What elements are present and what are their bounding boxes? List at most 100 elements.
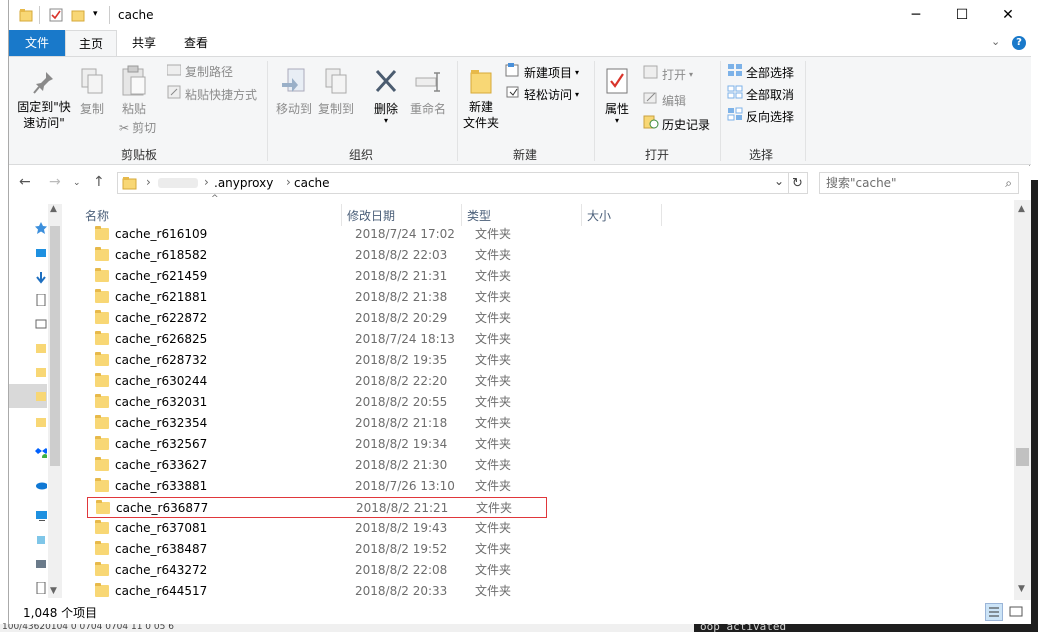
nav-scrollbar[interactable]: ▲ ▼ — [48, 204, 62, 598]
file-row[interactable]: cache_r618582 2018/8/2 22:03 文件夹 — [87, 245, 547, 266]
file-row[interactable]: cache_r633881 2018/7/26 13:10 文件夹 — [87, 476, 547, 497]
easy-access-button[interactable]: 轻松访问 ▾ — [505, 85, 579, 104]
forward-button[interactable]: → — [49, 174, 61, 190]
file-row[interactable]: cache_r628732 2018/8/2 19:35 文件夹 — [87, 350, 547, 371]
column-header-date[interactable]: 修改日期 — [347, 206, 395, 226]
folder-icon[interactable] — [35, 366, 47, 378]
copy-to-button[interactable]: 复制到 — [315, 67, 357, 117]
scroll-up-icon[interactable]: ▲ — [50, 204, 57, 214]
file-row[interactable]: cache_r622872 2018/8/2 20:29 文件夹 — [87, 308, 547, 329]
column-separator[interactable] — [461, 204, 462, 226]
file-list-scroll-thumb[interactable] — [1016, 448, 1029, 466]
tab-file[interactable]: 文件 — [9, 30, 65, 56]
new-item-button[interactable]: 新建项目 ▾ — [505, 63, 579, 82]
maximize-button[interactable]: ☐ — [939, 0, 985, 30]
properties-button[interactable]: 属性 ▾ — [599, 67, 635, 125]
nav-scroll-thumb[interactable] — [50, 226, 60, 466]
details-view-button[interactable] — [985, 603, 1003, 621]
new-folder-quick-icon[interactable] — [71, 8, 85, 25]
pin-quick-access-button[interactable]: 固定到"快速访问" — [13, 69, 75, 131]
scroll-up-icon[interactable]: ▲ — [1018, 204, 1025, 214]
scroll-down-icon[interactable]: ▼ — [1018, 584, 1025, 594]
column-header-name[interactable]: 名称 — [85, 206, 109, 226]
collapse-ribbon-icon[interactable]: ⌄ — [991, 35, 1000, 48]
folder-icon[interactable] — [35, 416, 47, 428]
file-row[interactable]: cache_r632567 2018/8/2 19:34 文件夹 — [87, 434, 547, 455]
column-separator[interactable] — [661, 204, 662, 226]
desktop-icon[interactable] — [35, 248, 47, 260]
folder-icon[interactable] — [35, 342, 47, 354]
delete-button[interactable]: 删除 ▾ — [366, 67, 406, 125]
file-row[interactable]: cache_r632031 2018/8/2 20:55 文件夹 — [87, 392, 547, 413]
breadcrumb-segment[interactable]: cache — [294, 176, 330, 190]
select-none-button[interactable]: 全部取消 — [727, 85, 794, 104]
close-button[interactable]: ✕ — [985, 0, 1031, 30]
paste-shortcut-button[interactable]: 粘贴快捷方式 — [167, 85, 257, 104]
tab-view[interactable]: 查看 — [171, 30, 221, 56]
address-dropdown-icon[interactable]: ⌄ — [774, 174, 784, 188]
folder-icon[interactable] — [35, 390, 47, 402]
open-button[interactable]: 打开 ▾ — [643, 65, 693, 84]
cut-button[interactable]: ✂ 剪切 — [119, 119, 156, 137]
file-row[interactable]: cache_r637081 2018/8/2 19:43 文件夹 — [87, 518, 547, 539]
tab-share[interactable]: 共享 — [119, 30, 169, 56]
file-row[interactable]: cache_r644517 2018/8/2 20:33 文件夹 — [87, 581, 547, 602]
this-pc-icon[interactable] — [35, 510, 47, 522]
breadcrumb-chevron-icon[interactable]: › — [286, 175, 291, 189]
documents-icon[interactable] — [35, 294, 47, 306]
refresh-button[interactable]: ↻ — [788, 172, 808, 194]
address-bar[interactable]: › › .anyproxy › cache ⌄ — [117, 172, 789, 194]
file-row[interactable]: cache_r626825 2018/7/24 18:13 文件夹 — [87, 329, 547, 350]
back-button[interactable]: ← — [19, 174, 31, 190]
rename-button[interactable]: 重命名 — [407, 67, 449, 117]
file-row[interactable]: cache_r616109 2018/7/24 17:02 文件夹 — [87, 224, 547, 245]
search-input[interactable]: 搜索"cache" ⌕ — [819, 172, 1019, 194]
paste-button[interactable]: 粘贴 — [117, 65, 151, 117]
copy-button[interactable]: 复制 — [77, 67, 107, 117]
file-list-scrollbar[interactable]: ▲ ▼ — [1014, 200, 1031, 600]
tab-home[interactable]: 主页 — [65, 30, 117, 56]
file-row[interactable]: cache_r633627 2018/8/2 21:30 文件夹 — [87, 455, 547, 476]
move-to-icon — [280, 67, 308, 101]
file-row[interactable]: cache_r621881 2018/8/2 21:38 文件夹 — [87, 287, 547, 308]
edit-button[interactable]: 编辑 — [643, 91, 686, 110]
breadcrumb-segment[interactable]: .anyproxy — [214, 176, 273, 190]
file-row[interactable]: cache_r621459 2018/8/2 21:31 文件夹 — [87, 266, 547, 287]
video-icon[interactable] — [35, 558, 47, 570]
new-folder-button[interactable]: 新建 文件夹 — [461, 67, 501, 131]
3d-objects-icon[interactable] — [35, 534, 47, 546]
scroll-down-icon[interactable]: ▼ — [50, 586, 57, 596]
help-icon[interactable]: ? — [1012, 36, 1026, 50]
pictures-icon[interactable] — [35, 318, 47, 330]
file-row[interactable]: cache_r632354 2018/8/2 21:18 文件夹 — [87, 413, 547, 434]
file-row[interactable]: cache_r643272 2018/8/2 22:08 文件夹 — [87, 560, 547, 581]
file-row[interactable]: cache_r638487 2018/8/2 19:52 文件夹 — [87, 539, 547, 560]
background-terminal — [1030, 180, 1038, 632]
file-row[interactable]: cache_r630244 2018/8/2 22:20 文件夹 — [87, 371, 547, 392]
up-button[interactable]: ↑ — [93, 174, 105, 190]
minimize-button[interactable]: ─ — [893, 0, 939, 30]
properties-quick-icon[interactable] — [49, 8, 63, 25]
history-button[interactable]: 历史记录 — [643, 115, 710, 134]
breadcrumb-chevron-icon[interactable]: › — [204, 175, 209, 189]
onedrive-icon[interactable] — [35, 478, 47, 490]
column-separator[interactable] — [341, 204, 342, 226]
file-name: cache_r636877 — [116, 501, 209, 515]
quick-access-star-icon[interactable] — [35, 222, 47, 234]
breadcrumb-chevron-icon[interactable]: › — [146, 175, 151, 189]
invert-selection-button[interactable]: 反向选择 — [727, 107, 794, 126]
copy-path-button[interactable]: 复制路径 — [166, 63, 233, 81]
column-header-size[interactable]: 大小 — [587, 206, 611, 226]
large-icons-view-button[interactable] — [1007, 603, 1025, 621]
move-to-button[interactable]: 移动到 — [273, 67, 315, 117]
column-separator[interactable] — [581, 204, 582, 226]
recent-locations-icon[interactable]: ⌄ — [73, 178, 81, 188]
column-header-type[interactable]: 类型 — [467, 206, 491, 226]
file-row[interactable]: cache_r636877 2018/8/2 21:21 文件夹 — [87, 497, 547, 518]
select-all-button[interactable]: 全部选择 — [727, 63, 794, 82]
open-icon — [643, 65, 659, 84]
dropbox-icon[interactable] — [35, 446, 47, 458]
customize-qa-icon[interactable]: ▾ — [93, 9, 98, 19]
downloads-icon[interactable] — [35, 272, 47, 284]
documents-icon[interactable] — [35, 582, 47, 594]
